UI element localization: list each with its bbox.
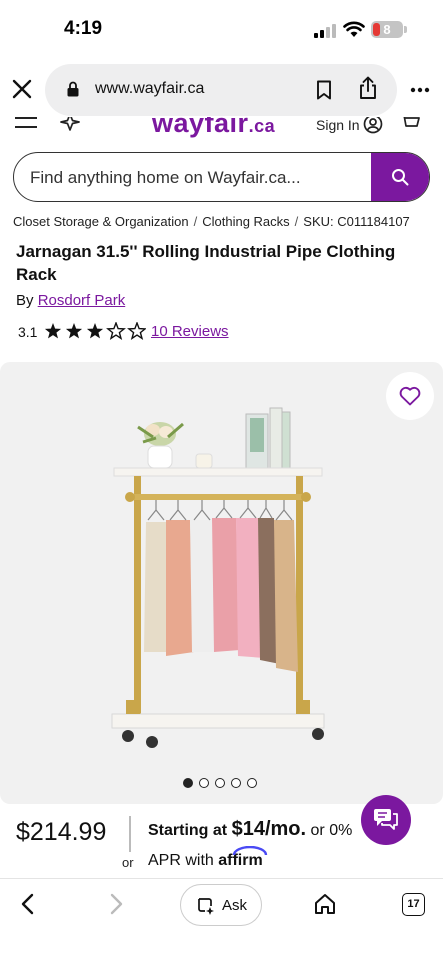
- logo-text: wayfair: [152, 117, 249, 138]
- logo-suffix: .ca: [248, 117, 276, 136]
- hamburger-menu-icon[interactable]: [15, 117, 37, 131]
- forward-icon[interactable]: [106, 893, 126, 915]
- status-bar: 4:19 8: [0, 0, 443, 60]
- close-icon[interactable]: [11, 78, 33, 100]
- status-time: 4:19: [64, 18, 103, 39]
- breadcrumb-closet-storage[interactable]: Closet Storage & Organization: [13, 214, 189, 229]
- share-icon[interactable]: [358, 76, 378, 100]
- star-icon: [44, 323, 62, 339]
- site-header: wayfair.ca Sign In: [0, 117, 443, 139]
- ask-label: Ask: [222, 897, 248, 914]
- browser-toolbar: Ask 17: [0, 878, 443, 960]
- by-label: By: [16, 292, 34, 309]
- byline: By Rosdorf Park: [16, 292, 125, 309]
- account-icon[interactable]: [363, 117, 383, 134]
- more-options-icon[interactable]: [410, 80, 430, 100]
- affirm-logo: affirm: [218, 846, 268, 869]
- product-image-carousel[interactable]: [0, 362, 443, 804]
- ask-sparkle-icon: [198, 898, 214, 915]
- chat-icon: [374, 809, 398, 830]
- search-icon: [392, 169, 409, 186]
- carousel-dot[interactable]: [247, 778, 257, 788]
- rating-number: 3.1: [18, 324, 38, 340]
- brand-link[interactable]: Rosdorf Park: [38, 292, 126, 309]
- wifi-icon: [343, 21, 365, 37]
- lock-icon: [67, 81, 79, 97]
- breadcrumb-sku: SKU: C011184107: [303, 214, 410, 229]
- sparkle-icon[interactable]: [60, 117, 80, 131]
- apr-with-label: APR with: [148, 852, 214, 869]
- url-text: www.wayfair.ca: [95, 80, 205, 97]
- cellular-signal-icon: [314, 24, 336, 38]
- carousel-dot[interactable]: [183, 778, 193, 788]
- breadcrumb-clothing-racks[interactable]: Clothing Racks: [202, 214, 289, 229]
- affirm-arc-icon: [233, 846, 268, 856]
- signin-link[interactable]: Sign In: [316, 117, 360, 133]
- financing-line-1: Starting at $14/mo. or 0%: [148, 818, 352, 841]
- financing-line-2[interactable]: APR with affirm: [148, 846, 268, 870]
- back-icon[interactable]: [18, 893, 38, 915]
- search-button[interactable]: [371, 153, 429, 201]
- battery-level: 8: [383, 22, 391, 37]
- chat-button[interactable]: [361, 795, 411, 845]
- breadcrumb: Closet Storage & Organization / Clothing R…: [13, 214, 410, 229]
- ask-button[interactable]: Ask: [180, 884, 262, 926]
- price: $214.99: [16, 818, 107, 846]
- monthly-price: $14/mo.: [231, 818, 307, 840]
- star-rating-icon: [44, 322, 146, 340]
- starting-at-label: Starting at: [148, 822, 228, 839]
- search-placeholder: Find anything home on Wayfair.ca...: [30, 168, 301, 187]
- star-icon: [127, 322, 146, 340]
- cart-icon[interactable]: [400, 117, 420, 133]
- tabs-button[interactable]: 17: [402, 893, 425, 916]
- price-divider: [129, 816, 131, 852]
- reviews-link[interactable]: 10 Reviews: [151, 323, 229, 340]
- carousel-dot[interactable]: [231, 778, 241, 788]
- search-input[interactable]: Find anything home on Wayfair.ca...: [13, 152, 430, 202]
- wayfair-logo[interactable]: wayfair.ca: [152, 117, 275, 139]
- heart-icon: [399, 386, 421, 406]
- carousel-dots[interactable]: [183, 778, 263, 790]
- carousel-dot[interactable]: [215, 778, 225, 788]
- battery-icon: 8: [371, 21, 403, 38]
- product-photo: [111, 407, 325, 748]
- or-zero-label: or 0%: [310, 822, 353, 839]
- star-icon: [86, 323, 104, 339]
- bookmark-icon[interactable]: [316, 80, 332, 100]
- product-title: Jarnagan 31.5'' Rolling Industrial Pipe …: [16, 242, 396, 284]
- carousel-dot[interactable]: [199, 778, 209, 788]
- home-icon[interactable]: [313, 892, 337, 916]
- favorite-button[interactable]: [386, 372, 434, 420]
- address-bar[interactable]: www.wayfair.ca: [45, 64, 397, 116]
- star-icon: [65, 323, 83, 339]
- star-icon: [106, 322, 126, 340]
- or-label: or: [122, 855, 134, 870]
